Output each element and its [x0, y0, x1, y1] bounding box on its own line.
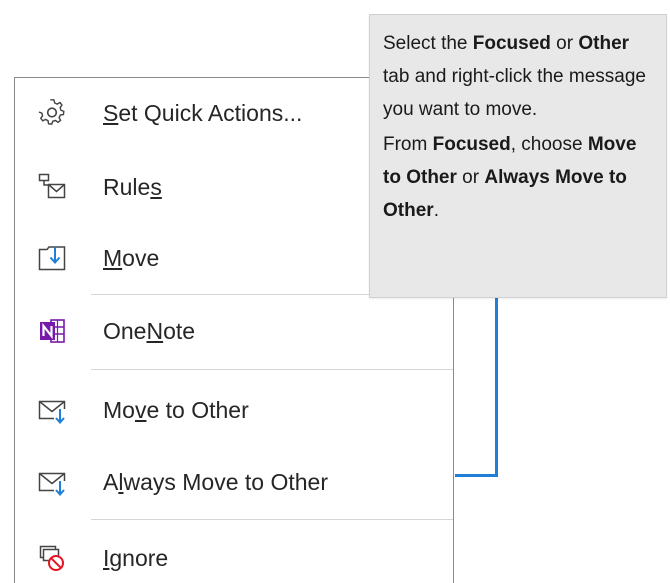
menu-item-label: Always Move to Other: [103, 468, 328, 495]
menu-item-move-to-other[interactable]: Move to Other: [15, 385, 455, 435]
menu-separator: [91, 519, 453, 520]
instruction-callout: Select the Focused or Other tab and righ…: [369, 14, 667, 298]
menu-item-label: Move: [103, 244, 160, 271]
menu-item-label: OneNote: [103, 317, 196, 344]
onenote-icon: [37, 316, 67, 346]
move-icon: [37, 243, 67, 273]
callout-paragraph-2: From Focused, choose Move to Other or Al…: [383, 134, 637, 221]
move-to-other-icon: [37, 395, 67, 425]
gear-icon: [37, 98, 67, 128]
menu-item-label: Ignore: [103, 544, 169, 571]
always-move-to-other-icon: [37, 467, 67, 497]
menu-item-label: Move to Other: [103, 396, 249, 423]
menu-separator: [91, 369, 453, 370]
menu-item-label: Set Quick Actions...: [103, 99, 303, 126]
screenshot-stage: Set Quick Actions... Rules Move OneNote …: [0, 0, 670, 583]
callout-paragraph-1: Select the Focused or Other tab and righ…: [383, 33, 646, 120]
menu-item-always-move-to-other[interactable]: Always Move to Other: [15, 457, 455, 507]
callout-connector-vertical: [495, 297, 498, 477]
menu-item-label: Rules: [103, 173, 162, 200]
callout-connector-horizontal: [455, 474, 498, 477]
rules-icon: [37, 172, 67, 202]
ignore-icon: [37, 543, 67, 573]
menu-item-ignore[interactable]: Ignore: [15, 533, 455, 583]
menu-item-onenote[interactable]: OneNote: [15, 306, 455, 356]
